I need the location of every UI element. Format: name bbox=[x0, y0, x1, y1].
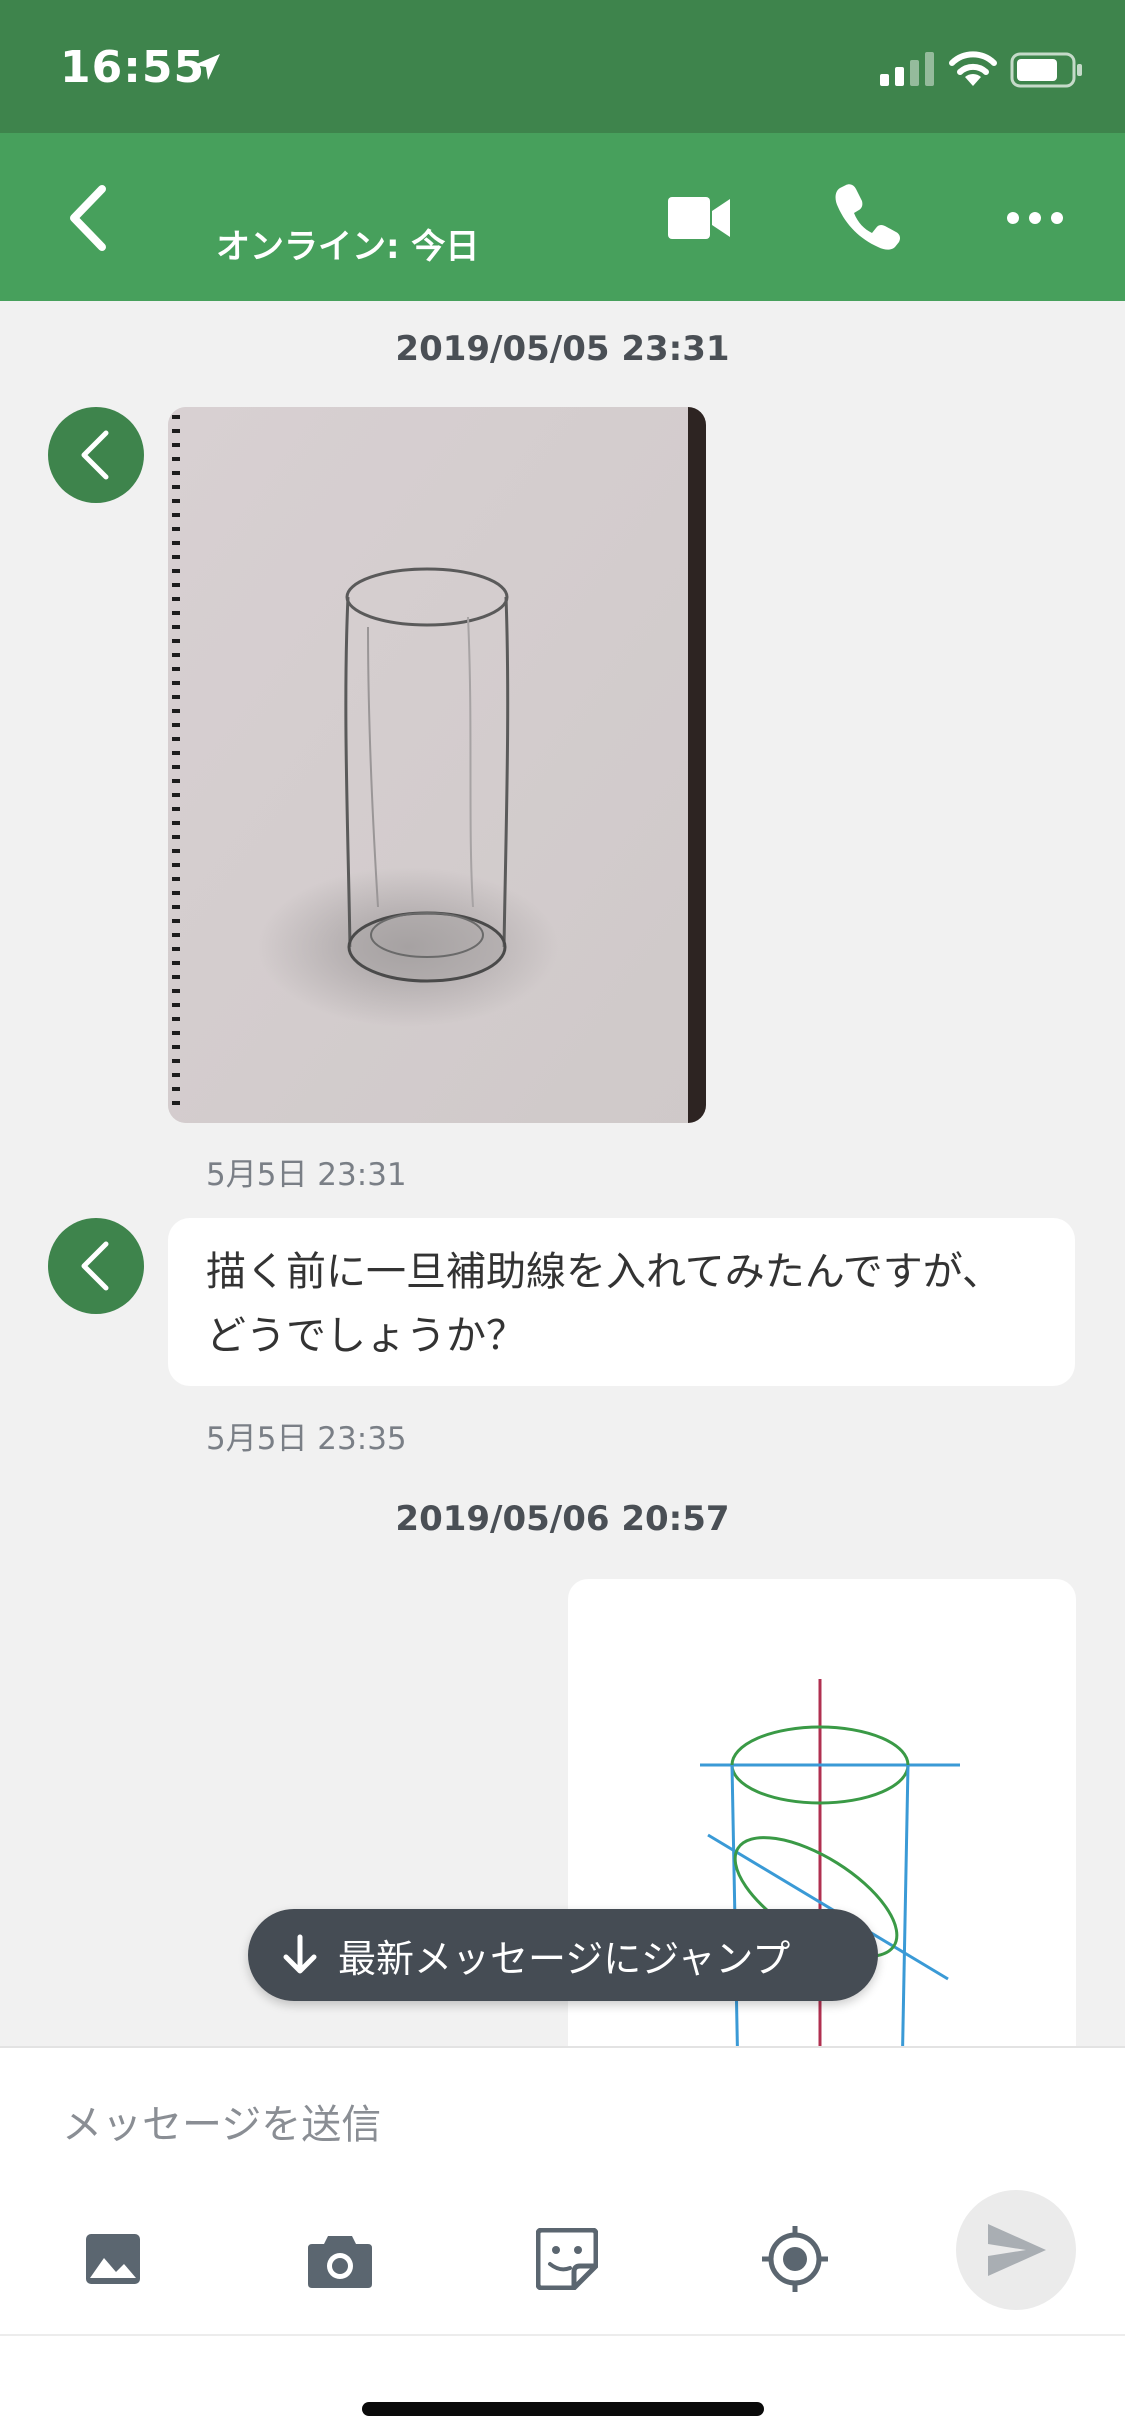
chat-area[interactable]: 2019/05/05 23:31 5月5日 23:31 描く前に一旦補助線を入れ… bbox=[0, 301, 1125, 2046]
jump-to-latest-label: 最新メッセージにジャンプ bbox=[338, 1936, 791, 1981]
date-separator: 2019/05/06 20:57 bbox=[395, 1499, 730, 1539]
home-indicator[interactable] bbox=[362, 2402, 764, 2416]
avatar[interactable] bbox=[48, 1218, 144, 1314]
video-call-icon[interactable] bbox=[668, 193, 732, 243]
send-icon bbox=[988, 2224, 1046, 2276]
message-time: 5月5日 23:35 bbox=[206, 1421, 407, 1457]
date-separator: 2019/05/05 23:31 bbox=[395, 329, 730, 369]
signal-icon bbox=[880, 52, 934, 86]
image-icon[interactable] bbox=[84, 2230, 142, 2288]
camera-icon[interactable] bbox=[308, 2232, 372, 2288]
location-icon[interactable] bbox=[760, 2224, 830, 2294]
message-time: 5月5日 23:31 bbox=[206, 1157, 407, 1193]
send-button[interactable] bbox=[956, 2190, 1076, 2310]
jump-to-latest-button[interactable]: 最新メッセージにジャンプ bbox=[248, 1909, 878, 2001]
location-arrow-icon bbox=[194, 54, 220, 80]
chat-header: オンライン: 今日 bbox=[0, 133, 1125, 301]
more-icon[interactable] bbox=[1005, 203, 1065, 233]
text-message[interactable]: 描く前に一旦補助線を入れてみたんですが、 どうでしょうか？ bbox=[168, 1218, 1075, 1386]
status-time: 16:55 bbox=[60, 42, 206, 93]
message-text-line: 描く前に一旦補助線を入れてみたんですが、 bbox=[206, 1249, 1002, 1295]
online-status: オンライン: 今日 bbox=[216, 227, 480, 267]
sticker-icon[interactable] bbox=[536, 2228, 598, 2290]
chevron-left-icon bbox=[81, 1241, 109, 1291]
phone-icon[interactable] bbox=[832, 181, 902, 251]
wifi-icon bbox=[949, 51, 997, 86]
image-message[interactable] bbox=[168, 407, 706, 1123]
chevron-left-icon bbox=[81, 430, 109, 480]
glass-sketch-image bbox=[168, 407, 706, 1123]
battery-icon bbox=[1010, 52, 1082, 88]
arrow-down-icon bbox=[283, 1934, 317, 1974]
back-icon[interactable] bbox=[58, 183, 128, 253]
message-text-line: どうでしょうか？ bbox=[206, 1313, 526, 1359]
message-input[interactable]: メッセージを送信 bbox=[62, 2092, 381, 2150]
avatar[interactable] bbox=[48, 407, 144, 503]
home-area bbox=[0, 2334, 1125, 2436]
message-composer: メッセージを送信 bbox=[0, 2046, 1125, 2334]
status-bar: 16:55 bbox=[0, 0, 1125, 133]
